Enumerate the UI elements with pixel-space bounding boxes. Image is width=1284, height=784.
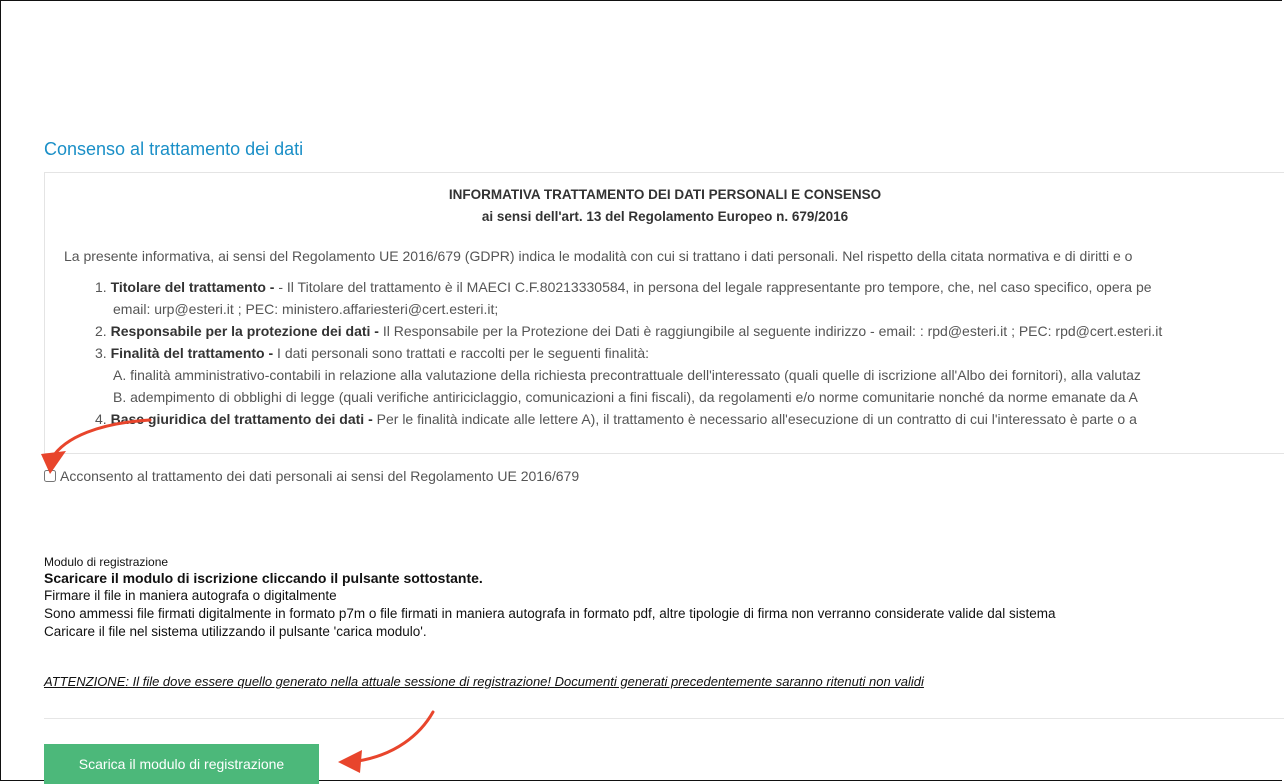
module-line: Sono ammessi file firmati digitalmente i…	[44, 606, 1056, 621]
list-item: 3. Finalità del trattamento - I dati per…	[95, 345, 650, 361]
list-item: 4. Base giuridica del trattamento dei da…	[95, 411, 1137, 427]
module-label: Modulo di registrazione	[44, 555, 169, 569]
info-intro: La presente informativa, ai sensi del Re…	[64, 248, 1133, 264]
attention-note: ATTENZIONE: Il file dove essere quello g…	[44, 674, 924, 689]
module-instructions: Modulo di registrazione Scaricare il mod…	[44, 556, 1055, 641]
info-subheading: ai sensi dell'art. 13 del Regolamento Eu…	[481, 209, 849, 224]
list-item: B. adempimento di obblighi di legge (qua…	[113, 389, 1138, 405]
module-bold-line: Scaricare il modulo di iscrizione clicca…	[44, 570, 483, 586]
list-item: email: urp@esteri.it ; PEC: ministero.af…	[113, 301, 499, 317]
info-heading: INFORMATIVA TRATTAMENTO DEI DATI PERSONA…	[448, 187, 882, 202]
module-line: Caricare il file nel sistema utilizzando…	[44, 624, 427, 639]
section-title: Consenso al trattamento dei dati	[44, 139, 304, 159]
list-item: 1. Titolare del trattamento - - Il Titol…	[95, 279, 1152, 295]
consent-checkbox[interactable]	[44, 470, 56, 482]
list-item: A. finalità amministrativo-contabili in …	[113, 367, 1141, 383]
divider	[44, 718, 1284, 719]
info-list: 1. Titolare del trattamento - - Il Titol…	[95, 276, 1162, 430]
privacy-info-box[interactable]: INFORMATIVA TRATTAMENTO DEI DATI PERSONA…	[44, 172, 1284, 454]
consent-label: Acconsento al trattamento dei dati perso…	[60, 468, 580, 484]
module-line: Firmare il file in maniera autografa o d…	[44, 588, 337, 603]
download-form-button[interactable]: Scarica il modulo di registrazione	[44, 744, 319, 784]
consent-row[interactable]: Acconsento al trattamento dei dati perso…	[44, 468, 579, 484]
list-item: 2. Responsabile per la protezione dei da…	[95, 323, 1163, 339]
